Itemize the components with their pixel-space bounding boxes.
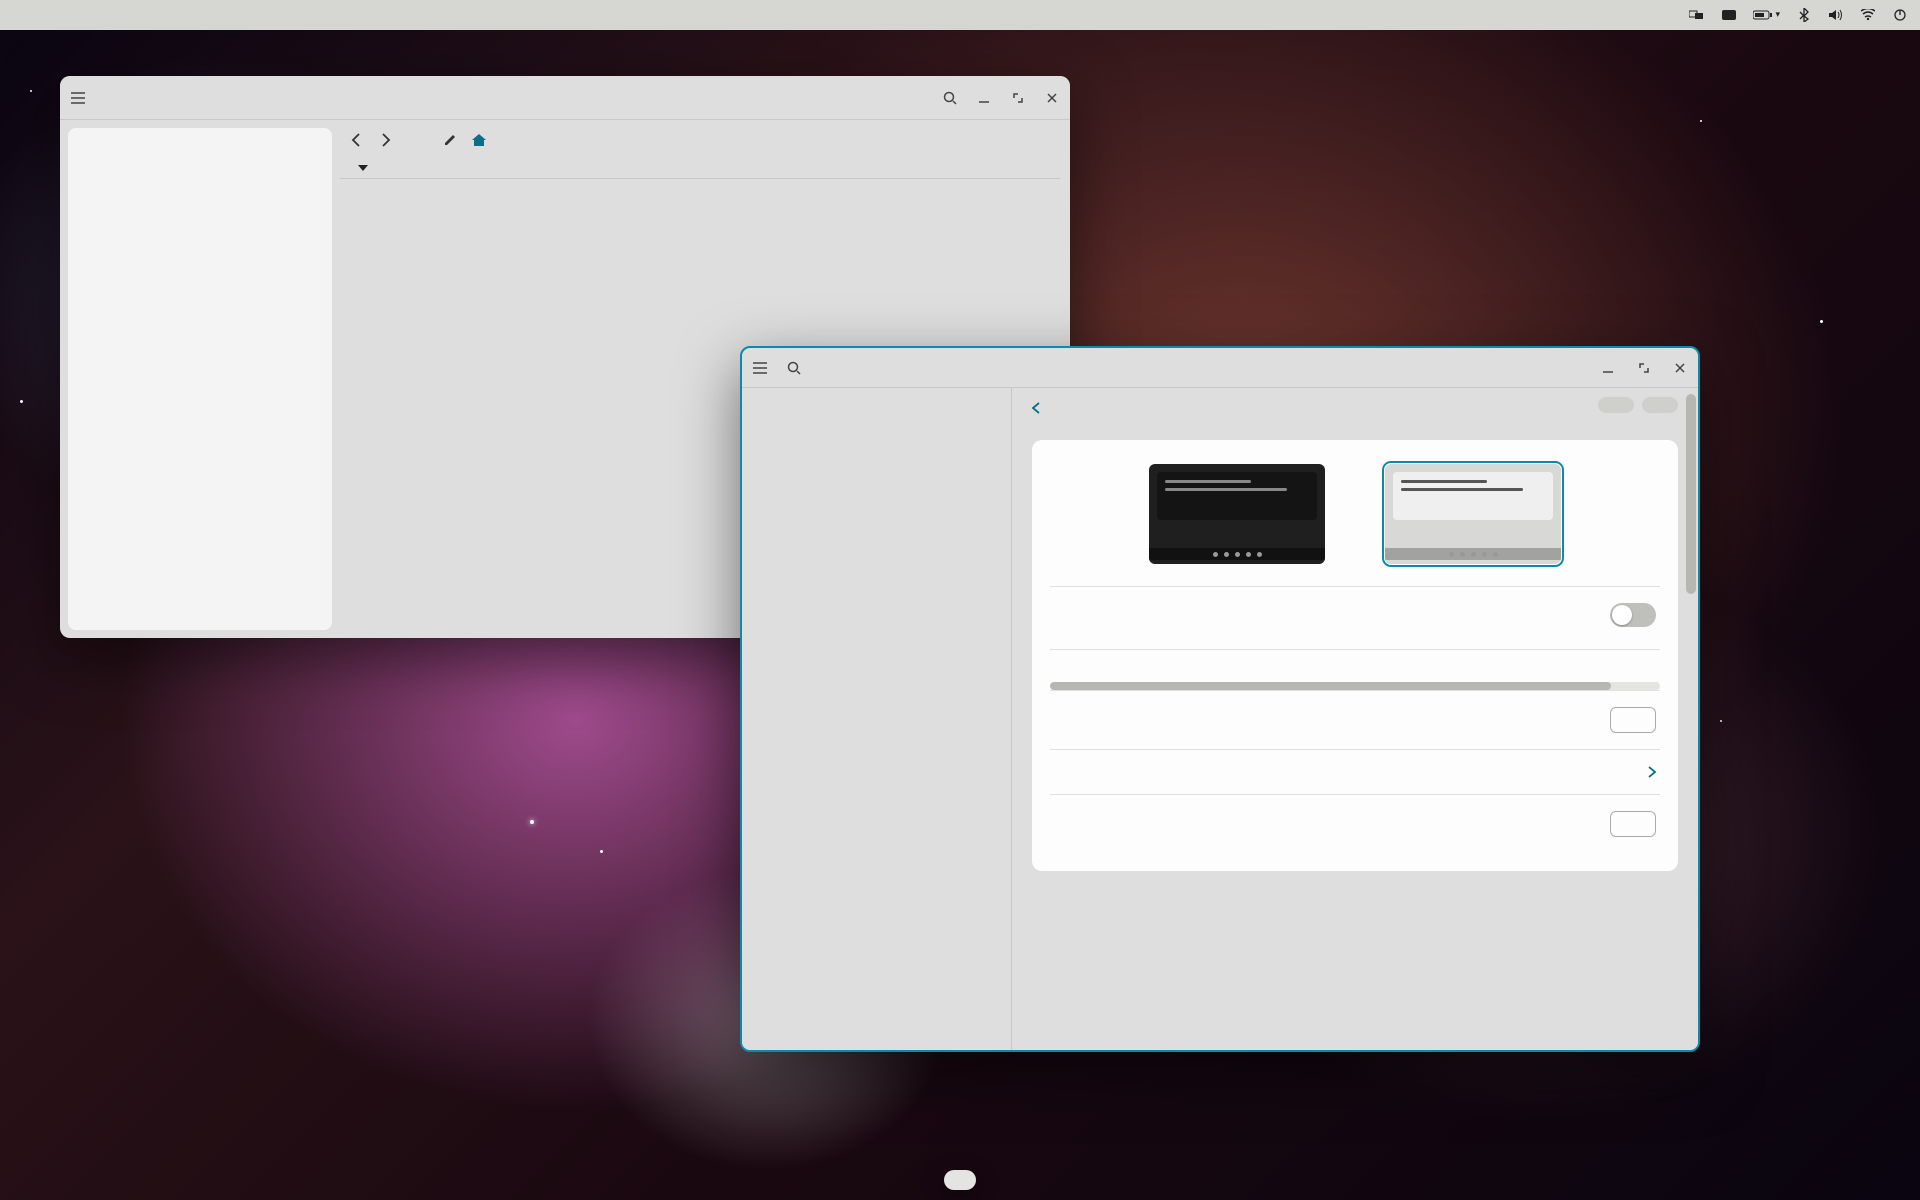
col-name-header[interactable]	[350, 164, 690, 172]
settings-close-icon[interactable]	[1672, 360, 1688, 376]
accent-scrollbar[interactable]	[1050, 682, 1660, 690]
col-modified-header[interactable]	[690, 164, 890, 172]
nav-back-icon[interactable]	[348, 132, 364, 148]
files-maximize-icon[interactable]	[1010, 90, 1026, 106]
tray-bluetooth-icon[interactable]	[1796, 7, 1812, 23]
settings-window	[740, 346, 1700, 1052]
app-bg-row	[1050, 690, 1660, 749]
tray-power-icon[interactable]	[1892, 7, 1908, 23]
container-bg-row	[1050, 749, 1660, 794]
export-button[interactable]	[1642, 397, 1678, 413]
settings-search-icon[interactable]	[786, 360, 802, 376]
col-size-header[interactable]	[890, 164, 1050, 172]
settings-hamburger-icon[interactable]	[752, 360, 768, 376]
theme-light[interactable]	[1385, 464, 1561, 574]
text-tint-row	[1050, 794, 1660, 853]
files-pathbar	[340, 128, 1060, 158]
files-titlebar	[60, 76, 1070, 120]
top-panel: ▾	[0, 0, 1920, 30]
settings-breadcrumb[interactable]	[1032, 402, 1590, 414]
settings-titlebar	[742, 348, 1698, 388]
tray-battery-icon[interactable]: ▾	[1753, 7, 1780, 23]
files-minimize-icon[interactable]	[976, 90, 992, 106]
container-bg-value[interactable]	[1644, 766, 1656, 778]
settings-sidebar	[742, 388, 1012, 1050]
tray-volume-icon[interactable]	[1828, 7, 1844, 23]
settings-maximize-icon[interactable]	[1636, 360, 1652, 376]
auto-switch-row	[1050, 586, 1660, 643]
files-hamburger-icon[interactable]	[70, 90, 86, 106]
nav-edit-icon[interactable]	[442, 132, 458, 148]
files-sidebar	[68, 128, 332, 630]
text-tint-chip[interactable]	[1610, 811, 1656, 837]
mode-colors-card	[1032, 440, 1678, 871]
app-bg-chip[interactable]	[1610, 707, 1656, 733]
theme-dark[interactable]	[1149, 464, 1325, 574]
settings-main	[1012, 388, 1698, 1050]
import-button[interactable]	[1598, 397, 1634, 413]
auto-switch-toggle[interactable]	[1610, 603, 1656, 627]
files-close-icon[interactable]	[1044, 90, 1060, 106]
path-home[interactable]	[472, 134, 492, 146]
dock	[944, 1170, 976, 1190]
tray-screen-icon[interactable]	[1689, 7, 1705, 23]
files-table-header	[340, 158, 1060, 179]
settings-scrollbar[interactable]	[1686, 394, 1696, 594]
settings-minimize-icon[interactable]	[1600, 360, 1616, 376]
files-search-icon[interactable]	[942, 90, 958, 106]
tray-notifications-icon[interactable]	[1721, 7, 1737, 23]
tray-network-icon[interactable]	[1860, 7, 1876, 23]
nav-forward-icon[interactable]	[378, 132, 394, 148]
